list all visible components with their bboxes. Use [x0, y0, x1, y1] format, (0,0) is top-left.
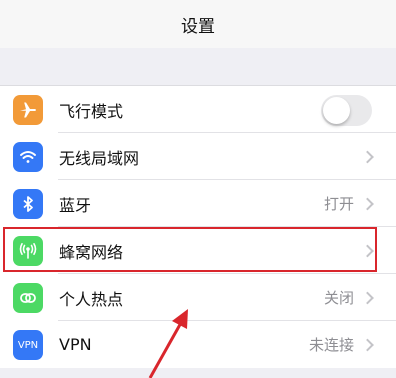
- settings-row-label: 蓝牙: [59, 195, 92, 215]
- settings-row-value: 未连接: [308, 336, 354, 354]
- bluetooth-icon: [13, 189, 43, 219]
- settings-list: 飞行模式 无线局域网 蓝牙 打开 蜂窝网络 个人热点 关闭 VPN VPN 未连…: [0, 86, 396, 368]
- settings-row-value: 关闭: [323, 289, 354, 307]
- vpn-icon-text: VPN: [17, 339, 39, 351]
- chevron-right-icon: [361, 150, 374, 163]
- chevron-right-icon: [361, 197, 374, 210]
- hotspot-icon: [13, 283, 43, 313]
- page-title: 设置: [181, 16, 215, 37]
- settings-row-wifi[interactable]: 无线局域网: [0, 133, 396, 180]
- settings-row-bluetooth[interactable]: 蓝牙 打开: [0, 180, 396, 227]
- settings-row-airplane-mode[interactable]: 飞行模式: [0, 86, 396, 133]
- settings-row-cellular[interactable]: 蜂窝网络: [0, 227, 396, 274]
- settings-row-value: 打开: [323, 195, 354, 213]
- airplane-mode-toggle[interactable]: [321, 95, 372, 126]
- wifi-icon: [13, 142, 43, 172]
- settings-row-label: 蜂窝网络: [59, 242, 124, 262]
- navigation-bar: 设置: [0, 0, 396, 48]
- settings-row-personal-hotspot[interactable]: 个人热点 关闭: [0, 274, 396, 321]
- toggle-knob: [323, 97, 350, 124]
- chevron-right-icon: [361, 244, 374, 257]
- settings-row-label: 无线局域网: [59, 148, 140, 168]
- settings-row-label: 个人热点: [59, 289, 124, 309]
- cellular-icon: [13, 236, 43, 266]
- vpn-icon: VPN: [13, 330, 43, 360]
- settings-row-vpn[interactable]: VPN VPN 未连接: [0, 321, 396, 368]
- settings-row-label: VPN: [59, 335, 92, 354]
- chevron-right-icon: [361, 291, 374, 304]
- airplane-icon: [13, 95, 43, 125]
- settings-row-label: 飞行模式: [59, 101, 124, 121]
- section-spacer: [0, 48, 396, 86]
- chevron-right-icon: [361, 338, 374, 351]
